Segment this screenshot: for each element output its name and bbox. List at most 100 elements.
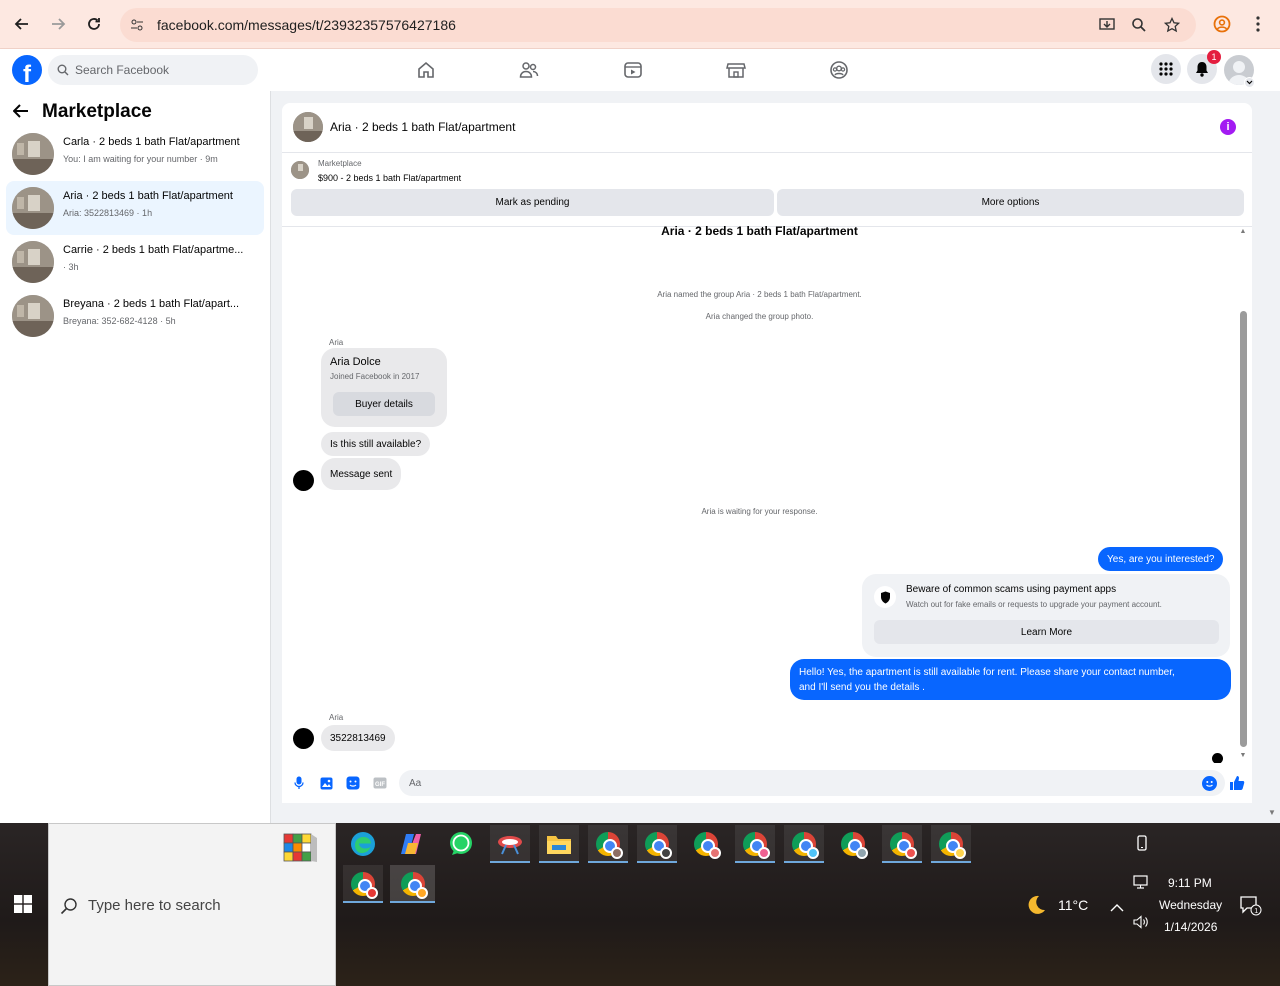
install-app-icon[interactable] xyxy=(1098,16,1116,34)
sender-avatar[interactable] xyxy=(293,728,314,749)
weather-moon-icon[interactable] xyxy=(1025,894,1047,916)
taskbar-edge-icon[interactable] xyxy=(343,825,383,863)
taskbar-chrome-icon[interactable] xyxy=(931,825,971,863)
reload-icon[interactable] xyxy=(82,12,106,36)
taskbar-copilot-icon[interactable] xyxy=(391,825,431,863)
browser-profile-icon[interactable] xyxy=(1210,12,1234,36)
video-icon[interactable] xyxy=(622,59,644,81)
app-running-indicator xyxy=(735,861,775,863)
conversation-item[interactable]: Breyana · 2 beds 1 bath Flat/apart... Br… xyxy=(6,289,264,343)
message-input[interactable]: Aa xyxy=(399,770,1225,796)
chrome-profile-badge-icon xyxy=(856,847,868,859)
home-icon[interactable] xyxy=(415,59,437,81)
conversation-item[interactable]: Carla · 2 beds 1 bath Flat/apartment You… xyxy=(6,127,264,181)
listing-price-title[interactable]: $900 - 2 beds 1 bath Flat/apartment xyxy=(318,173,461,183)
facebook-logo-icon[interactable]: f xyxy=(12,55,42,85)
chrome-profile-badge-icon xyxy=(415,887,428,899)
conversation-item[interactable]: Carrie · 2 beds 1 bath Flat/apartme... ·… xyxy=(6,235,264,289)
chat-panel: Aria · 2 beds 1 bath Flat/apartment i Ma… xyxy=(271,91,1280,823)
app-running-indicator xyxy=(588,861,628,863)
phone-link-icon[interactable] xyxy=(1134,835,1150,851)
clock-time[interactable]: 9:11 PM xyxy=(1168,876,1212,890)
page-scroll-down-icon[interactable]: ▼ xyxy=(1268,808,1276,817)
taskbar-chrome-icon[interactable] xyxy=(735,825,775,863)
info-icon[interactable]: i xyxy=(1220,119,1236,135)
address-bar[interactable]: facebook.com/messages/t/2393235757642718… xyxy=(120,8,1196,42)
taskbar-chrome-icon[interactable] xyxy=(588,825,628,863)
chat-title[interactable]: Aria · 2 beds 1 bath Flat/apartment xyxy=(330,120,515,134)
taskbar-search-box[interactable]: Type here to search xyxy=(48,823,336,986)
groups-icon[interactable] xyxy=(828,59,850,81)
show-hidden-icons-chevron-icon[interactable] xyxy=(1110,899,1124,912)
scam-warning-card: Beware of common scams using payment app… xyxy=(862,574,1230,657)
rubiks-cube-search-highlight-icon[interactable] xyxy=(280,828,324,868)
buyer-details-button[interactable]: Buyer details xyxy=(333,392,435,416)
sticker-icon[interactable] xyxy=(346,776,360,790)
shield-icon xyxy=(874,586,896,608)
sidebar-title: Marketplace xyxy=(42,101,152,122)
svg-text:GIF: GIF xyxy=(375,782,385,788)
emoji-icon[interactable] xyxy=(1202,776,1217,791)
conversation-item-active[interactable]: Aria · 2 beds 1 bath Flat/apartment Aria… xyxy=(6,181,264,235)
facebook-top-nav: f Search Facebook 1 xyxy=(0,49,1280,91)
menu-grid-icon[interactable] xyxy=(1151,54,1181,84)
scroll-down-icon[interactable]: ▼ xyxy=(1239,751,1247,759)
friends-icon[interactable] xyxy=(518,59,540,81)
zoom-icon[interactable] xyxy=(1130,16,1148,34)
chrome-profile-badge-icon xyxy=(709,847,721,859)
taskbar-whatsapp-icon[interactable] xyxy=(441,825,481,863)
buyer-joined: Joined Facebook in 2017 xyxy=(330,372,420,381)
gif-icon[interactable]: GIF xyxy=(373,776,387,790)
taskbar-chrome-icon[interactable] xyxy=(686,825,726,863)
microphone-icon[interactable] xyxy=(292,776,306,790)
mark-as-pending-button[interactable]: Mark as pending xyxy=(291,189,774,216)
taskbar-chrome-icon[interactable] xyxy=(784,825,824,863)
forward-icon[interactable] xyxy=(46,12,70,36)
more-options-button[interactable]: More options xyxy=(777,189,1244,216)
message-scrollbar[interactable] xyxy=(1240,311,1247,747)
windows-start-icon[interactable] xyxy=(14,895,34,915)
volume-icon[interactable] xyxy=(1133,915,1149,929)
incoming-message: Is this still available? xyxy=(321,432,431,456)
search-icon xyxy=(60,897,78,920)
app-running-indicator xyxy=(637,861,677,863)
taskbar-chrome-icon[interactable] xyxy=(882,825,922,863)
message-input-placeholder: Aa xyxy=(409,778,422,789)
scam-warning-title: Beware of common scams using payment app… xyxy=(906,584,1117,595)
message-line: and I'll send you the details . xyxy=(799,681,925,693)
incoming-message: 3522813469 xyxy=(321,725,395,751)
clock-date[interactable]: 1/14/2026 xyxy=(1164,920,1217,934)
bookmark-star-icon[interactable] xyxy=(1163,16,1181,34)
site-settings-icon[interactable] xyxy=(128,16,146,34)
taskbar-snipping-tool-icon[interactable] xyxy=(490,825,530,863)
marketplace-icon[interactable] xyxy=(725,59,747,81)
scroll-up-icon[interactable]: ▲ xyxy=(1239,227,1247,235)
notification-count-badge: 1 xyxy=(1207,50,1221,64)
like-thumbs-up-icon[interactable] xyxy=(1228,774,1246,792)
learn-more-button[interactable]: Learn More xyxy=(874,620,1219,644)
network-icon[interactable] xyxy=(1133,875,1149,889)
back-icon[interactable] xyxy=(10,12,34,36)
taskbar-chrome-icon[interactable] xyxy=(637,825,677,863)
marketplace-listing-strip: Marketplace $900 - 2 beds 1 bath Flat/ap… xyxy=(282,153,1252,227)
windows-taskbar: Type here to search 11°C 9:11 PM Wednesd… xyxy=(0,823,1280,986)
taskbar-chrome-icon[interactable] xyxy=(343,865,383,903)
clock-day[interactable]: Wednesday xyxy=(1159,898,1222,912)
taskbar-chrome-icon[interactable] xyxy=(833,825,873,863)
sender-avatar[interactable] xyxy=(293,470,314,491)
account-chevron-icon[interactable] xyxy=(1244,77,1255,88)
group-photo[interactable] xyxy=(293,112,323,142)
taskbar-chrome-icon-active[interactable] xyxy=(390,865,435,903)
facebook-search-input[interactable]: Search Facebook xyxy=(48,55,258,85)
conversation-title: Carla · 2 beds 1 bath Flat/apartment xyxy=(63,136,240,148)
weather-temperature[interactable]: 11°C xyxy=(1058,897,1088,913)
browser-menu-icon[interactable] xyxy=(1246,12,1270,36)
back-arrow-icon[interactable] xyxy=(12,104,29,123)
conversation-preview: · 3h xyxy=(63,262,79,272)
taskbar-file-explorer-icon[interactable] xyxy=(539,825,579,863)
scam-warning-subtitle: Watch out for fake emails or requests to… xyxy=(906,600,1162,609)
photo-icon[interactable] xyxy=(319,776,333,790)
url-text: facebook.com/messages/t/2393235757642718… xyxy=(157,17,456,33)
notification-center-icon[interactable]: 1 xyxy=(1239,895,1263,917)
app-running-indicator xyxy=(490,861,530,863)
